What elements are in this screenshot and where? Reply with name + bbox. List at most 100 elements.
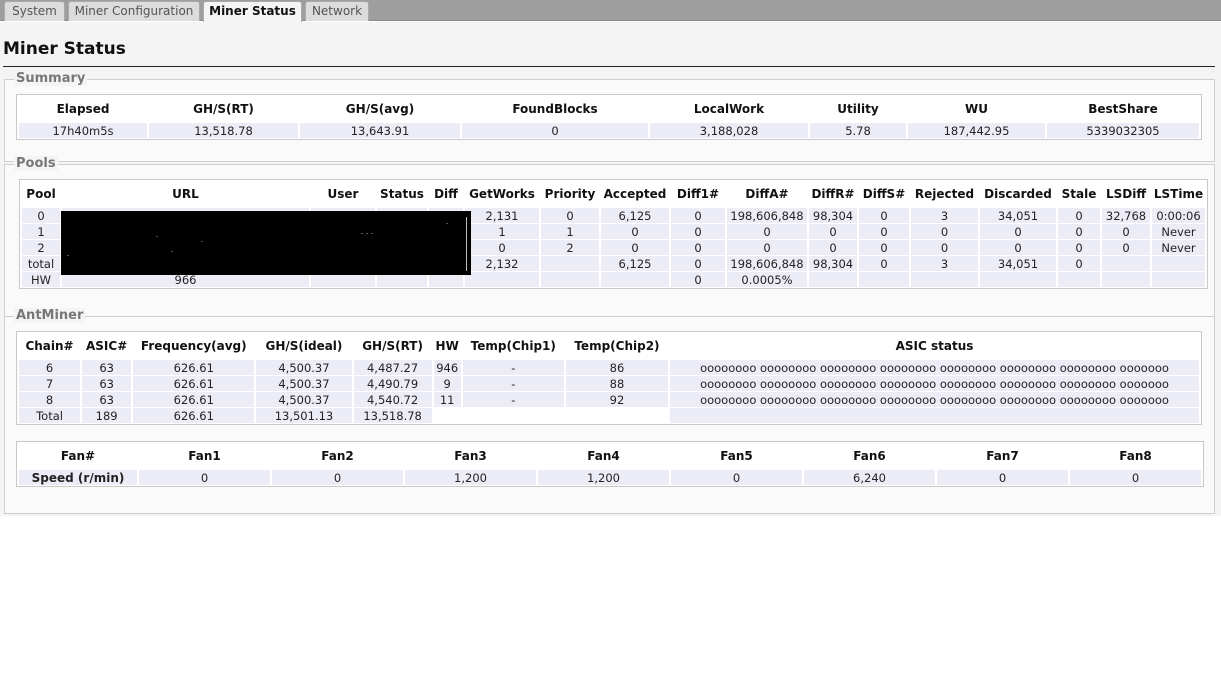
tab-miner-configuration[interactable]: Miner Configuration [68, 1, 200, 21]
pool-cell: 0 [980, 224, 1056, 239]
chain-row: Total 189 626.61 13,501.13 13,518.78 [19, 408, 1199, 423]
pool-header-cell: Accepted [603, 187, 667, 201]
fan-header-cell: Fan3 [454, 449, 487, 463]
summary-value-cell: 17h40m5s [19, 123, 147, 138]
antminer-header-row: Chain# ASIC# Frequency(avg) GH/S(ideal) GH/S… [19, 333, 1199, 359]
fan-header-cell: Fan2 [321, 449, 354, 463]
chain-cell: - [462, 360, 564, 375]
summary-header-cell: GH/S(RT) [193, 102, 254, 116]
pool-cell: 34,051 [980, 208, 1056, 223]
pool-cell: 0:00:06 [1152, 208, 1205, 223]
chain-cell: Total [19, 408, 81, 423]
chain-row: 6 63 626.61 4,500.37 4,487.27 946-86 oooooooo … [19, 360, 1199, 375]
summary-value-row: 17h40m5s 13,518.78 13,643.91 0 3,188,028… [19, 123, 1199, 138]
pool-cell: 0 [727, 224, 807, 239]
pool-cell: 0 [980, 240, 1056, 255]
summary-header-cell: GH/S(avg) [345, 102, 415, 116]
fan-speed-cell: 1,200 [538, 470, 669, 485]
pool-cell: 2 [541, 240, 599, 255]
pool-cell: Never [1152, 224, 1205, 239]
pool-cell: 98,304 [809, 256, 857, 271]
pool-header-cell: LSTime [1153, 187, 1204, 201]
summary-header-cell: WU [965, 102, 988, 116]
summary-header-cell: BestShare [1088, 102, 1158, 116]
chain-cell: 88 [565, 376, 669, 391]
chain-row: 8 63 626.61 4,500.37 4,540.72 11-92 oooooooo o… [19, 392, 1199, 407]
fan-speed-cell: 0 [139, 470, 270, 485]
fans-speed-row: Speed (r/min) 0 0 1,200 1,200 0 6,240 0 … [19, 470, 1201, 485]
pool-cell [911, 272, 978, 287]
pool-cell: 0 [671, 240, 725, 255]
summary-value-cell: 3,188,028 [650, 123, 808, 138]
pool-cell: 32,768 [1102, 208, 1150, 223]
pool-cell: 2,131 [465, 208, 539, 223]
chain-cell: 626.61 [133, 360, 255, 375]
pool-cell: 0 [859, 256, 909, 271]
pools-legend: Pools [14, 156, 58, 171]
pool-header-cell: DiffA# [745, 187, 789, 201]
pool-cell [859, 272, 909, 287]
chain-cell: oooooooo oooooooo oooooooo oooooooo oooo… [670, 376, 1199, 391]
pool-header-cell: Rejected [914, 187, 975, 201]
pool-cell: 6,125 [601, 256, 669, 271]
pool-header-cell: GetWorks [469, 187, 535, 201]
pool-header-cell: DiffR# [811, 187, 855, 201]
pool-header-cell: Discarded [984, 187, 1052, 201]
summary-value-cell: 13,518.78 [149, 123, 298, 138]
chain-cell: 626.61 [133, 392, 255, 407]
pool-cell: 198,606,848 [727, 208, 807, 223]
redacted-url-area [61, 211, 471, 275]
pool-cell [1152, 272, 1205, 287]
chain-cell: 4,487.27 [353, 360, 432, 375]
fans-header-row: Fan# Fan1 Fan2 Fan3 Fan4 Fan5 Fan6 Fan7 … [19, 443, 1201, 469]
pool-cell: 0 [809, 240, 857, 255]
pools-header-row: Pool URL User Status Diff GetWorks Priority Acc… [22, 181, 1205, 207]
pool-cell: 0 [465, 240, 539, 255]
tab-system[interactable]: System [4, 1, 65, 21]
pool-cell [1102, 256, 1150, 271]
pool-cell: 3 [911, 256, 978, 271]
fan-speed-cell: 0 [1070, 470, 1201, 485]
chain-header-cell: HW [435, 339, 459, 353]
pool-cell [601, 272, 669, 287]
pool-header-cell: User [327, 187, 359, 201]
pool-cell: 0.0005% [727, 272, 807, 287]
pool-cell: 3 [911, 208, 978, 223]
fans-table: Fan# Fan1 Fan2 Fan3 Fan4 Fan5 Fan6 Fan7 … [16, 441, 1204, 487]
pool-cell [541, 272, 599, 287]
pool-cell: 6,125 [601, 208, 669, 223]
tab-miner-status[interactable]: Miner Status [203, 1, 302, 22]
antminer-legend: AntMiner [14, 308, 86, 323]
pool-cell: 0 [22, 208, 60, 223]
pool-cell [980, 272, 1056, 287]
pool-cell: 0 [809, 224, 857, 239]
chain-header-cell: ASIC# [86, 339, 128, 353]
chain-cell [565, 408, 669, 423]
chain-cell: 189 [82, 408, 132, 423]
chain-cell: oooooooo oooooooo oooooooo oooooooo oooo… [670, 392, 1199, 407]
pool-cell: 2 [22, 240, 60, 255]
pool-cell: 198,606,848 [727, 256, 807, 271]
fan-header-cell: Fan1 [188, 449, 221, 463]
fan-speed-label: Speed (r/min) [19, 470, 137, 485]
summary-table: Elapsed GH/S(RT) GH/S(avg) FoundBlocks L… [16, 94, 1202, 140]
chain-cell: 4,490.79 [353, 376, 432, 391]
pool-cell [541, 256, 599, 271]
pool-cell: 0 [1058, 224, 1100, 239]
pool-cell: 0 [1058, 208, 1100, 223]
summary-value-cell: 5339032305 [1047, 123, 1199, 138]
pool-cell: 2,132 [465, 256, 539, 271]
fan-speed-cell: 0 [671, 470, 802, 485]
summary-header-row: Elapsed GH/S(RT) GH/S(avg) FoundBlocks L… [19, 96, 1199, 122]
page-title: Miner Status [3, 39, 126, 59]
pool-header-cell: URL [172, 187, 199, 201]
title-divider [3, 66, 1215, 67]
chain-cell: 4,540.72 [353, 392, 432, 407]
fan-speed-cell: 0 [272, 470, 403, 485]
pool-cell: 0 [1102, 240, 1150, 255]
pool-header-cell: Diff1# [676, 187, 720, 201]
pool-cell [1058, 272, 1100, 287]
tab-network[interactable]: Network [305, 1, 369, 21]
pool-header-cell: Status [380, 187, 424, 201]
fan-speed-cell: 6,240 [804, 470, 935, 485]
